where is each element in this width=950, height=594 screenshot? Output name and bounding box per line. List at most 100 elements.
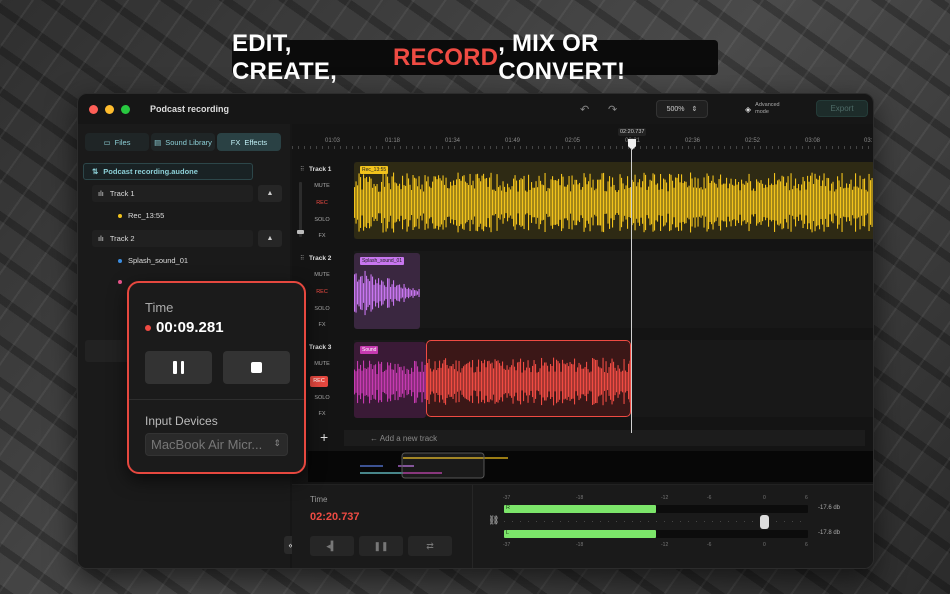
ruler-label: 01:18 [385, 138, 401, 144]
clip-color-dot [118, 258, 122, 263]
waveform-bar [726, 177, 728, 228]
rec-button[interactable]: REC [310, 376, 328, 387]
minimap-viewport[interactable] [401, 452, 485, 479]
waveform-bar [435, 176, 437, 229]
collapse-track-1-button[interactable]: ▲ [258, 185, 282, 202]
waveform-bar [747, 182, 749, 223]
waveform-bar [358, 173, 360, 232]
tree-leaf-rec[interactable]: Rec_13:55 [118, 211, 164, 220]
waveform-bar [796, 188, 798, 217]
solo-button[interactable]: SOLO [312, 217, 332, 223]
waveform-bar [578, 362, 580, 401]
waveform-bar [505, 369, 507, 394]
waveform-bar [488, 360, 490, 403]
waveform-bar [363, 174, 365, 231]
waveform-bar [360, 276, 362, 310]
waveform-bar [580, 364, 582, 399]
pause-button[interactable]: ❚❚ [359, 536, 403, 556]
mute-button[interactable]: MUTE [312, 272, 332, 278]
fx-button[interactable]: FX [312, 322, 332, 328]
waveform-bar [428, 358, 430, 405]
waveform-bar [819, 175, 821, 230]
waveform-bar [459, 178, 461, 227]
meter-scale-label: -12 [661, 542, 669, 548]
solo-button[interactable]: SOLO [312, 395, 332, 401]
rec-button[interactable]: REC [312, 289, 332, 295]
tree-leaf-splash[interactable]: Splash_sound_01 [118, 256, 188, 265]
tab-effects[interactable]: FX Effects [217, 133, 281, 151]
waveform-bar [557, 361, 559, 402]
undo-icon[interactable]: ↶ [580, 103, 589, 116]
waveform-bar [400, 366, 402, 398]
pause-recording-button[interactable] [145, 351, 212, 384]
waveform-bar [804, 181, 806, 224]
waveform-bar [673, 187, 675, 218]
rewind-button[interactable]: ◂▍ [310, 536, 354, 556]
add-track-row[interactable]: ← Add a new track [344, 430, 865, 446]
waveform-bar [555, 180, 557, 225]
drag-handle-icon[interactable]: ⠿ [300, 255, 304, 262]
waveform-bar [520, 358, 522, 405]
fx-button[interactable]: FX [312, 411, 332, 417]
export-button[interactable]: Export [816, 100, 868, 117]
waveform-bar [597, 179, 599, 226]
stop-recording-button[interactable] [223, 351, 290, 384]
zoom-select[interactable]: 500% ⇕ [656, 100, 708, 118]
waveform-bar [507, 183, 509, 222]
waveform-bar [519, 179, 521, 226]
mute-button[interactable]: MUTE [312, 361, 332, 367]
project-file-item[interactable]: ⇅ Podcast recording.audone [83, 163, 253, 180]
audio-clip[interactable]: Sound [354, 342, 426, 418]
mute-button[interactable]: MUTE [312, 183, 332, 189]
link-icon[interactable]: ⛓ [488, 515, 499, 526]
waveform-bar [870, 180, 872, 225]
waveform-bar [411, 189, 413, 216]
waveform-bar [432, 181, 434, 224]
waveform-bar [565, 186, 567, 219]
tree-item-track-1[interactable]: ılı Track 1 [92, 185, 253, 202]
add-track-button[interactable]: + [320, 429, 328, 445]
waveform-bar [639, 179, 641, 226]
waveform-bar [655, 184, 657, 221]
rec-button[interactable]: REC [312, 200, 332, 206]
waveform-bar [414, 360, 416, 404]
drag-handle-icon[interactable]: ⠿ [300, 166, 304, 173]
minimize-window-button[interactable] [105, 104, 114, 114]
collapse-track-2-button[interactable]: ▲ [258, 230, 282, 247]
tree-item-track-2[interactable]: ılı Track 2 [92, 230, 253, 247]
tab-files[interactable]: ▭ Files [85, 133, 149, 151]
input-device-select[interactable]: MacBook Air Micr... ⇕ [145, 433, 288, 456]
waveform-bar [853, 186, 855, 219]
solo-button[interactable]: SOLO [312, 306, 332, 312]
track-3: ⠿ Track 3 MUTE REC SOLO FX Sound [292, 340, 873, 423]
layers-icon: ◈ [745, 104, 752, 114]
advanced-mode-toggle[interactable]: ◈ Advanced mode [745, 102, 780, 116]
audio-clip[interactable]: Rec_13:55 [354, 162, 873, 239]
recording-clip[interactable] [426, 340, 631, 417]
waveform-bar [485, 367, 487, 396]
waveform-bar [471, 185, 473, 220]
input-device-value: MacBook Air Micr... [151, 437, 263, 452]
zoom-window-button[interactable] [121, 104, 130, 114]
waveform-bar [736, 184, 738, 221]
waveform-bar [393, 172, 395, 233]
waveform-bar [763, 187, 765, 218]
waveform-bar [509, 367, 511, 396]
overview-minimap[interactable] [308, 451, 873, 482]
fx-button[interactable]: FX [312, 233, 332, 239]
waveform-bar [832, 181, 834, 224]
waveform-bar [360, 364, 362, 400]
meter-channel-tag: L [506, 530, 510, 536]
waveform-bar [684, 181, 686, 224]
tab-sound-library[interactable]: ▤ Sound Library [151, 133, 215, 151]
loop-button[interactable]: ⇄ [408, 536, 452, 556]
fader-knob[interactable] [297, 230, 304, 234]
chevron-up-icon: ▲ [266, 190, 274, 197]
waveform-bar [378, 361, 380, 403]
close-window-button[interactable] [89, 104, 98, 114]
redo-icon[interactable]: ↷ [608, 103, 617, 116]
waveform-bar [491, 362, 493, 401]
balance-slider-knob[interactable] [760, 515, 769, 529]
volume-fader[interactable] [299, 182, 302, 237]
audio-clip[interactable]: Splash_sound_01 [354, 253, 420, 329]
